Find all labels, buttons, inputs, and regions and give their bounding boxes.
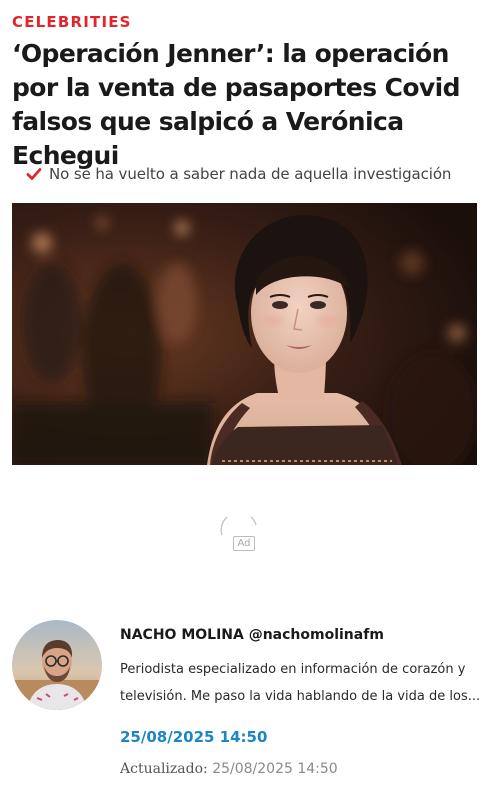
article-headline: ‘Operación Jenner’: la operación por la … xyxy=(12,39,460,170)
avatar-photo xyxy=(12,620,102,710)
ad-label: Ad xyxy=(233,536,255,551)
hero-photo xyxy=(12,203,477,465)
check-icon xyxy=(26,168,42,180)
hero-image[interactable] xyxy=(12,203,477,465)
ad-loading-icon xyxy=(220,517,257,536)
updated-label: Actualizado: xyxy=(120,761,213,777)
author-avatar[interactable] xyxy=(12,620,102,710)
updated-date-value: 25/08/2025 14:50 xyxy=(212,761,338,777)
article-subheadline: No se ha vuelto a saber nada de aquella … xyxy=(26,165,481,183)
bio-line: Periodista especializado en información … xyxy=(120,662,466,677)
author-name[interactable]: NACHO MOLINA @nachomolinafm xyxy=(120,627,384,643)
author-bio: Periodista especializado en información … xyxy=(120,656,480,710)
publish-date: 25/08/2025 14:50 xyxy=(120,728,268,746)
subheadline-text: No se ha vuelto a saber nada de aquella … xyxy=(49,165,452,183)
bio-line: televisión. Me paso la vida hablando de … xyxy=(120,689,480,704)
ad-slot[interactable]: Ad xyxy=(219,517,259,553)
author-block: NACHO MOLINA @nachomolinafm Periodista e… xyxy=(12,620,482,790)
updated-date: Actualizado: 25/08/2025 14:50 xyxy=(120,761,338,777)
section-tag[interactable]: CELEBRITIES xyxy=(12,13,132,31)
